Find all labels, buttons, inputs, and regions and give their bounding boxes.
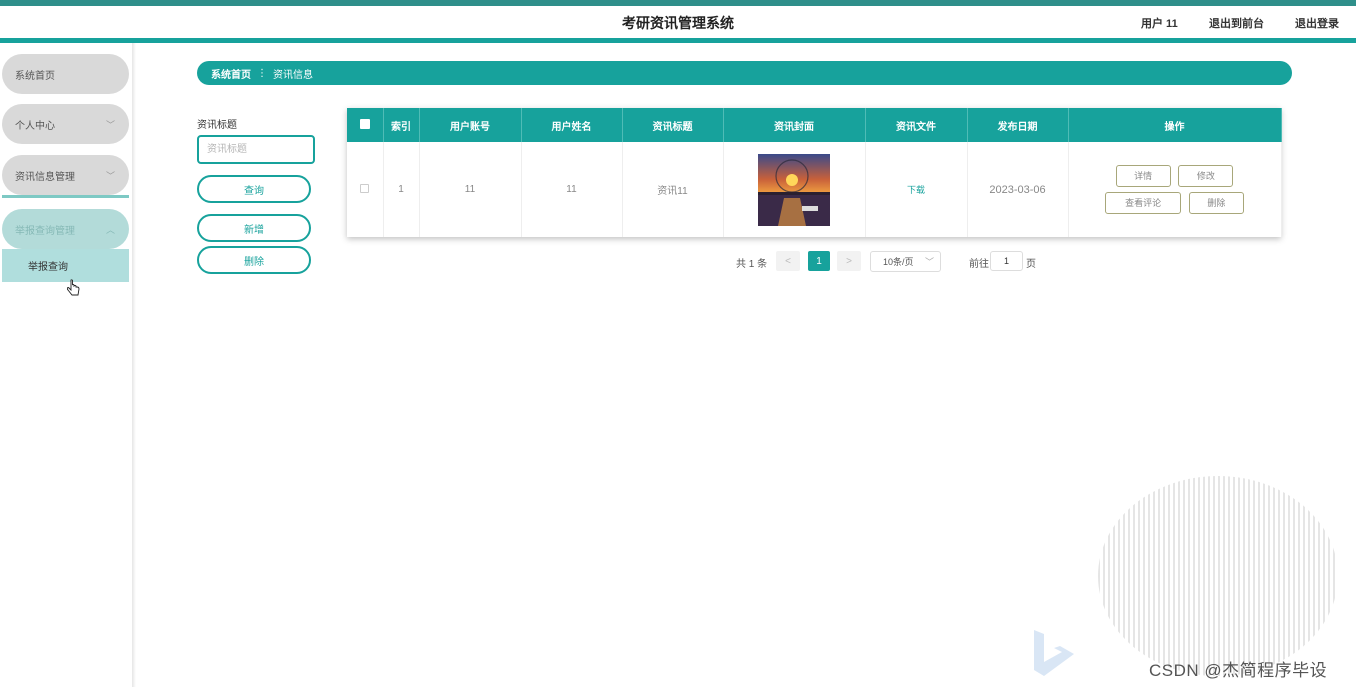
back-to-front-link[interactable]: 退出到前台 [1209,15,1264,31]
detail-button[interactable]: 详情 [1115,165,1171,187]
row-checkbox[interactable] [347,142,384,237]
row-delete-button[interactable]: 删除 [1188,192,1244,214]
breadcrumb-current: 资讯信息 [273,69,313,81]
user-label: 用户 11 [1141,18,1178,30]
column-header: 用户姓名 [521,108,623,142]
sidebar-item-report-management[interactable]: 举报查询管理 ︿ [2,209,129,249]
column-header: 资讯标题 [622,108,724,142]
sidebar-item-personal-center[interactable]: 个人中心 ﹀ [2,104,129,144]
cover-image[interactable] [758,153,830,226]
header-divider [0,38,1356,43]
sidebar-item-label: 举报查询管理 [15,225,75,237]
column-header: 操作 [1068,108,1282,142]
chevron-down-icon: ﹀ [105,171,115,181]
delete-button[interactable]: 删除 [197,246,311,274]
select-all-checkbox[interactable] [347,108,384,142]
search-label: 资讯标题 [197,120,237,131]
cell-file: 下载 [865,142,968,237]
sidebar-item-home[interactable]: 系统首页 [2,54,129,94]
chevron-up-icon: ︿ [105,225,115,235]
column-header: 用户账号 [419,108,522,142]
header: 考研资讯管理系统 用户 11 退出到前台 退出登录 [0,6,1356,38]
pagination-prev-button[interactable]: < [776,251,800,271]
breadcrumb: 系统首页 ⋮ 资讯信息 [197,61,1292,85]
sidebar-subitem-report-query[interactable]: 举报查询 [2,249,129,282]
column-header: 资讯文件 [865,108,968,142]
pagination-next-button[interactable]: > [837,251,861,271]
sidebar-edge [132,43,136,687]
column-header: 发布日期 [967,108,1069,142]
breadcrumb-home[interactable]: 系统首页 [211,66,251,81]
watermark-pattern [1098,476,1338,676]
cell-date: 2023-03-06 [967,142,1069,237]
page-size-select[interactable]: 10条/页 ﹀ [870,251,941,272]
logout-link[interactable]: 退出登录 [1295,15,1339,31]
edit-button[interactable]: 修改 [1178,165,1234,187]
sidebar-item-label: 资讯信息管理 [15,171,75,183]
column-header: 资讯封面 [723,108,866,142]
watermark-logo-icon [1034,630,1074,676]
sidebar-item-label: 系统首页 [15,70,55,82]
sidebar-item-news-management[interactable]: 资讯信息管理 ﹀ [2,155,129,195]
mouse-pointer-icon [67,279,80,296]
cell-name: 11 [521,142,623,237]
view-comments-button[interactable]: 查看评论 [1105,192,1182,214]
table-header-row: 索引 用户账号 用户姓名 资讯标题 资讯封面 资讯文件 发布日期 操作 [347,108,1282,142]
goto-prefix: 前往 [969,259,989,270]
cell-title: 资讯11 [622,142,724,237]
watermark-text: CSDN @杰简程序毕设 [1149,661,1328,680]
download-link[interactable]: 下载 [907,185,925,195]
cell-index: 1 [383,142,420,237]
chevron-down-icon: ﹀ [105,120,115,130]
column-header: 索引 [383,108,420,142]
query-button[interactable]: 查询 [197,175,311,203]
search-input[interactable] [197,135,315,164]
goto-suffix: 页 [1026,259,1036,270]
breadcrumb-separator: ⋮ [257,67,267,79]
cell-account: 11 [419,142,522,237]
pagination-total: 共 1 条 [736,259,768,270]
cell-actions: 详情 修改 查看评论 删除 [1068,142,1282,237]
pagination-page-button[interactable]: 1 [808,251,830,271]
data-table: 索引 用户账号 用户姓名 资讯标题 资讯封面 资讯文件 发布日期 操作 1 11… [347,108,1282,237]
sidebar-divider [2,195,129,198]
add-button[interactable]: 新增 [197,214,311,242]
chevron-down-icon: ﹀ [924,257,934,267]
table-row: 1 11 11 资讯11 下载 2023-03-06 详情 修改 查看评论 删除 [347,142,1282,237]
sidebar-item-label: 个人中心 [15,120,55,132]
goto-page-input[interactable] [990,251,1023,271]
sidebar-subitem-label: 举报查询 [28,262,68,273]
cell-cover [723,142,866,237]
page-size-value: 10条/页 [883,257,914,267]
